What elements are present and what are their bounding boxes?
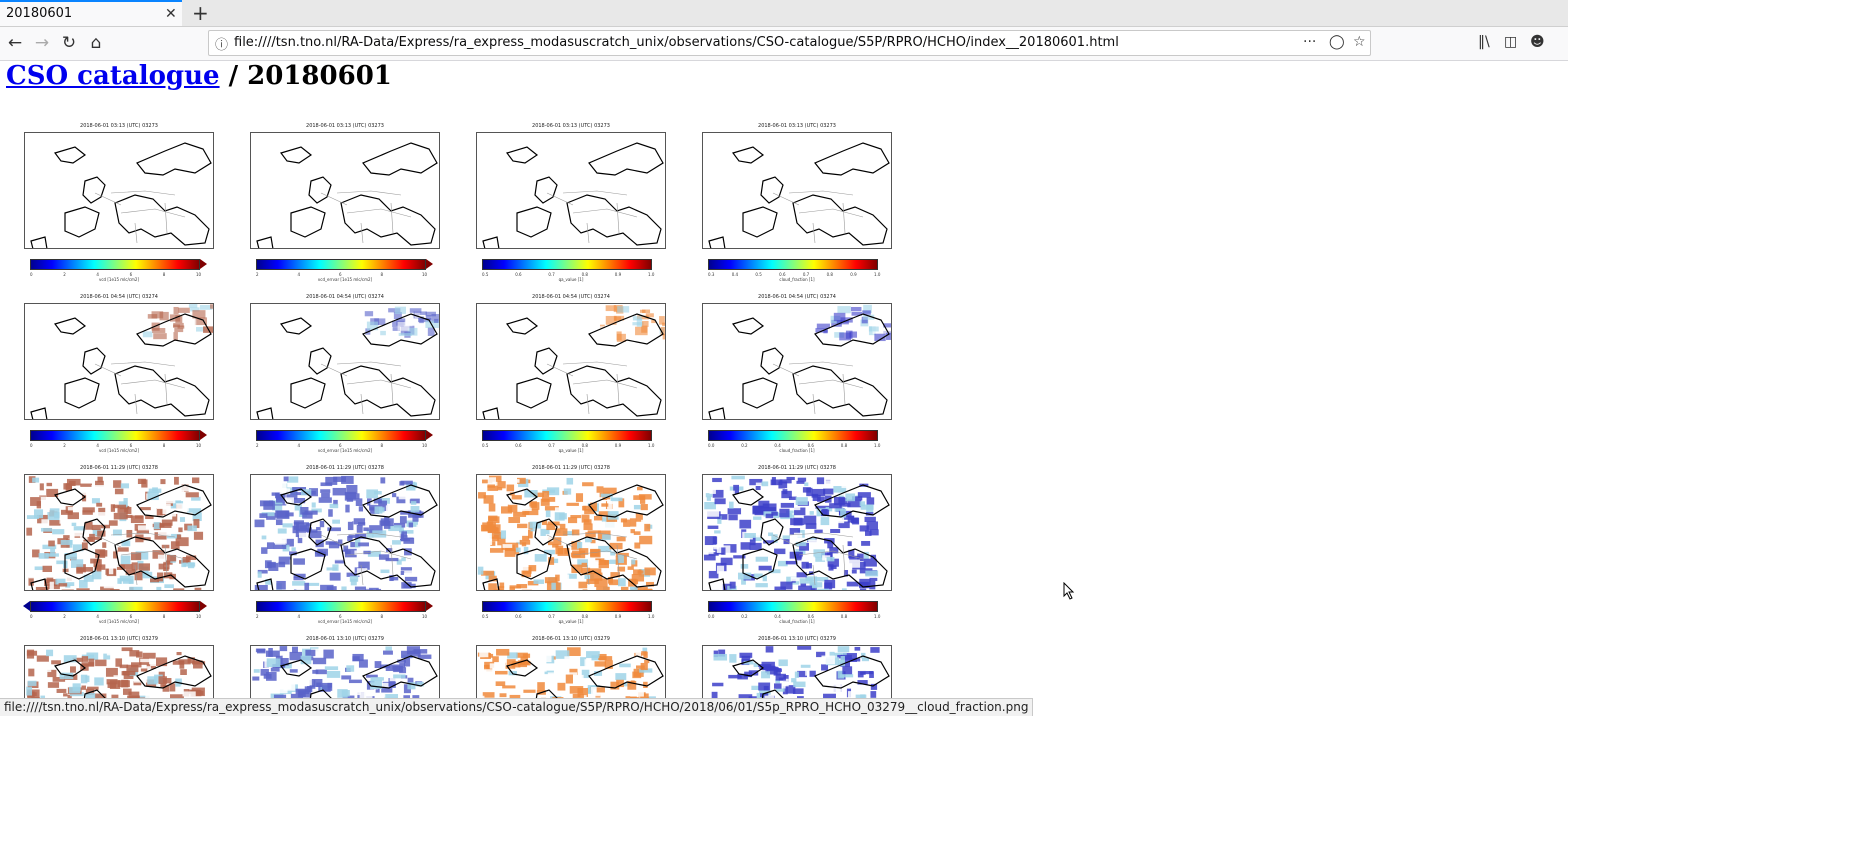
- status-bar: file:////tsn.tno.nl/RA-Data/Express/ra_e…: [0, 698, 1034, 716]
- map-thumbnail[interactable]: 2018-06-01 03:13 (UTC) 03273 0.5 0.6 0.7 0.8…: [466, 123, 676, 283]
- colorbar-label: vcd_errvar [1e15 mlc/cm2]: [317, 448, 373, 453]
- cso-catalogue-link[interactable]: CSO catalogue: [6, 61, 220, 91]
- map-title: 2018-06-01 11:29 (UTC) 03278: [306, 465, 384, 471]
- map-thumbnail[interactable]: 2018-06-01 03:13 (UTC) 03273 0.3 0.4 0.5 0.6…: [692, 123, 902, 283]
- map-thumbnail[interactable]: 2018-06-01 11:29 (UTC) 03278 0.0 0.2 0.4 0.6…: [692, 465, 902, 625]
- colorbar-extend-max: [426, 259, 433, 269]
- europe-map[interactable]: [250, 474, 440, 591]
- map-thumbnail[interactable]: 2018-06-01 11:29 (UTC) 03278 0.5 0.6 0.7 0.8…: [466, 465, 676, 625]
- europe-map[interactable]: [24, 303, 214, 420]
- map-thumbnail[interactable]: 2018-06-01 11:29 (UTC) 03278 2 4 6 8 10 vcd_er…: [240, 465, 450, 625]
- europe-map[interactable]: [702, 132, 892, 249]
- back-arrow-icon[interactable]: ←: [4, 32, 26, 54]
- map-title: 2018-06-01 03:13 (UTC) 03273: [532, 123, 610, 129]
- europe-map[interactable]: [702, 303, 892, 420]
- colorbar-label: cloud_fraction [1]: [779, 277, 815, 282]
- colorbar-extend-max: [200, 601, 207, 611]
- map-thumbnail[interactable]: 2018-06-01 04:54 (UTC) 03274 0 2 4 6 8 10 vcd […: [14, 294, 224, 454]
- map-thumbnail[interactable]: 2018-06-01 04:54 (UTC) 03274 0.5 0.6 0.7 0.8…: [466, 294, 676, 454]
- colorbar: [30, 601, 200, 612]
- map-title: 2018-06-01 13:10 (UTC) 03279: [306, 636, 384, 642]
- colorbar: [708, 601, 878, 612]
- colorbar-extend-max: [426, 430, 433, 440]
- map-title: 2018-06-01 03:13 (UTC) 03273: [306, 123, 384, 129]
- bookmark-star-icon[interactable]: ☆: [1353, 34, 1366, 50]
- europe-map[interactable]: [702, 474, 892, 591]
- colorbar: [30, 259, 200, 270]
- mouse-cursor-icon: [1063, 582, 1075, 600]
- pocket-icon[interactable]: ◯: [1329, 34, 1345, 50]
- europe-map[interactable]: [476, 303, 666, 420]
- map-title: 2018-06-01 03:13 (UTC) 03273: [80, 123, 158, 129]
- address-bar[interactable]: ⓘ file:////tsn.tno.nl/RA-Data/Express/ra…: [208, 30, 1371, 56]
- page-content: CSO catalogue / 20180601 2018-06-01 03:1…: [0, 61, 1568, 715]
- map-title: 2018-06-01 13:10 (UTC) 03279: [758, 636, 836, 642]
- colorbar-label: cloud_fraction [1]: [779, 448, 815, 453]
- colorbar: [482, 259, 652, 270]
- library-icon[interactable]: ‖\: [1478, 34, 1490, 50]
- europe-map[interactable]: [24, 474, 214, 591]
- map-title: 2018-06-01 11:29 (UTC) 03278: [80, 465, 158, 471]
- map-thumbnail[interactable]: 2018-06-01 03:13 (UTC) 03273 2 4 6 8 10 vcd_er…: [240, 123, 450, 283]
- account-icon[interactable]: ☻: [1530, 34, 1545, 50]
- colorbar: [256, 601, 426, 612]
- colorbar-label: vcd [1e15 mlc/cm2]: [98, 277, 140, 282]
- map-title: 2018-06-01 11:29 (UTC) 03278: [758, 465, 836, 471]
- colorbar: [708, 430, 878, 441]
- map-title: 2018-06-01 13:10 (UTC) 03279: [532, 636, 610, 642]
- tab-strip: 20180601 ✕ +: [0, 0, 1568, 27]
- colorbar: [482, 430, 652, 441]
- map-title: 2018-06-01 04:54 (UTC) 03274: [532, 294, 610, 300]
- forward-arrow-icon[interactable]: →: [31, 32, 53, 54]
- colorbar: [482, 601, 652, 612]
- page-title: CSO catalogue / 20180601: [6, 61, 392, 91]
- colorbar-label: qa_value [1]: [558, 448, 584, 453]
- colorbar: [30, 430, 200, 441]
- map-title: 2018-06-01 11:29 (UTC) 03278: [532, 465, 610, 471]
- navigation-toolbar: ← → ↻ ⌂ ⓘ file:////tsn.tno.nl/RA-Data/Ex…: [0, 27, 1568, 61]
- tab-title: 20180601: [6, 6, 73, 21]
- colorbar-label: vcd [1e15 mlc/cm2]: [98, 619, 140, 624]
- page-info-icon[interactable]: ⓘ: [215, 34, 228, 53]
- europe-map[interactable]: [476, 474, 666, 591]
- europe-map[interactable]: [24, 132, 214, 249]
- colorbar-extend-max: [200, 259, 207, 269]
- map-title: 2018-06-01 04:54 (UTC) 03274: [306, 294, 384, 300]
- colorbar-extend-max: [200, 430, 207, 440]
- page-actions-icon[interactable]: ···: [1303, 34, 1316, 50]
- europe-map[interactable]: [250, 132, 440, 249]
- map-thumbnail[interactable]: 2018-06-01 04:54 (UTC) 03274 0.0 0.2 0.4 0.6…: [692, 294, 902, 454]
- close-tab-icon[interactable]: ✕: [165, 6, 177, 22]
- url-text[interactable]: file:////tsn.tno.nl/RA-Data/Express/ra_e…: [234, 35, 1119, 50]
- page-title-date: / 20180601: [219, 61, 392, 91]
- europe-map[interactable]: [250, 303, 440, 420]
- colorbar-label: vcd [1e15 mlc/cm2]: [98, 448, 140, 453]
- colorbar: [708, 259, 878, 270]
- colorbar-extend-max: [426, 601, 433, 611]
- reload-icon[interactable]: ↻: [58, 32, 80, 54]
- map-title: 2018-06-01 03:13 (UTC) 03273: [758, 123, 836, 129]
- colorbar-label: qa_value [1]: [558, 277, 584, 282]
- map-thumbnail[interactable]: 2018-06-01 04:54 (UTC) 03274 2 4 6 8 10 vcd_er…: [240, 294, 450, 454]
- map-title: 2018-06-01 04:54 (UTC) 03274: [80, 294, 158, 300]
- colorbar: [256, 430, 426, 441]
- colorbar-label: cloud_fraction [1]: [779, 619, 815, 624]
- browser-tab[interactable]: 20180601 ✕: [0, 0, 182, 26]
- map-thumbnail[interactable]: 2018-06-01 03:13 (UTC) 03273 0 2 4 6 8 10 vcd […: [14, 123, 224, 283]
- home-icon[interactable]: ⌂: [85, 32, 107, 54]
- map-thumbnail[interactable]: 2018-06-01 11:29 (UTC) 03278 0 2 4 6 8 10 vcd […: [14, 465, 224, 625]
- colorbar-label: qa_value [1]: [558, 619, 584, 624]
- colorbar: [256, 259, 426, 270]
- sidebar-icon[interactable]: ◫: [1504, 34, 1517, 50]
- colorbar-label: vcd_errvar [1e15 mlc/cm2]: [317, 277, 373, 282]
- europe-map[interactable]: [476, 132, 666, 249]
- map-title: 2018-06-01 04:54 (UTC) 03274: [758, 294, 836, 300]
- new-tab-button[interactable]: +: [192, 1, 209, 25]
- map-title: 2018-06-01 13:10 (UTC) 03279: [80, 636, 158, 642]
- colorbar-label: vcd_errvar [1e15 mlc/cm2]: [317, 619, 373, 624]
- colorbar-extend-min: [23, 601, 30, 611]
